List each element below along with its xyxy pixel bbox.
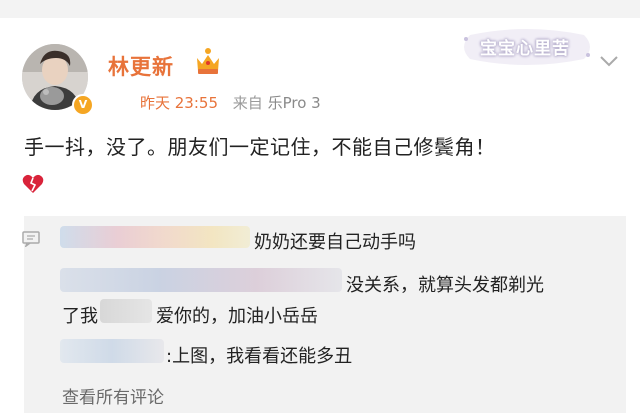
verified-badge-icon: V bbox=[72, 94, 94, 116]
source-label: 来自 bbox=[232, 94, 263, 112]
redacted-name bbox=[60, 226, 250, 248]
source-device[interactable]: 乐Pro 3 bbox=[268, 94, 321, 112]
redacted-text bbox=[100, 299, 152, 323]
chevron-down-icon[interactable] bbox=[598, 54, 620, 68]
redacted-name bbox=[60, 339, 164, 363]
post-meta: 昨天 23:55 来自 乐Pro 3 bbox=[140, 92, 321, 113]
watermark-text: 宝宝心里苦 bbox=[480, 39, 570, 59]
comment-1-text: 奶奶还要自己动手吗 bbox=[254, 232, 416, 253]
post-time: 昨天 23:55 bbox=[140, 94, 218, 112]
post-text: 手一抖，没了。朋友们一定记住，不能自己修鬓角！ bbox=[24, 135, 496, 159]
username[interactable]: 林更新 bbox=[108, 51, 174, 81]
comment-2-line1: 没关系，就算头发都剃光 bbox=[346, 275, 544, 296]
comment-icon[interactable] bbox=[22, 231, 40, 247]
redacted-name bbox=[60, 268, 342, 292]
broken-heart-icon bbox=[22, 174, 44, 193]
crown-icon bbox=[197, 48, 219, 74]
comment-2-line2b: 爱你的，加油小岳岳 bbox=[156, 306, 318, 327]
comment-2-line2a: 了我 bbox=[62, 306, 98, 327]
see-all-comments-link[interactable]: 查看所有评论 bbox=[62, 383, 164, 408]
top-strip bbox=[0, 0, 640, 18]
comment-3-text: :上图，我看看还能多丑 bbox=[166, 346, 353, 367]
